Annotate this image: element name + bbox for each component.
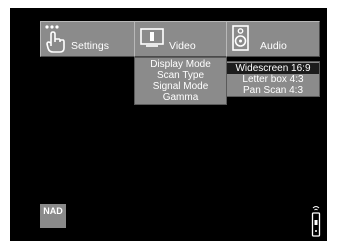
tab-video[interactable]: Video	[134, 21, 227, 57]
speaker-icon	[232, 25, 249, 51]
display-mode-submenu: Widescreen 16:9 Letter box 4:3 Pan Scan …	[226, 61, 320, 97]
option-letter-box[interactable]: Letter box 4:3	[227, 74, 319, 85]
nad-logo: NAD	[40, 204, 66, 228]
tab-audio-label: Audio	[260, 40, 287, 52]
osd-screen: Settings Video Audio Display Mode Scan T…	[10, 8, 327, 241]
menu-item-scan-type[interactable]: Scan Type	[135, 70, 226, 81]
menu-item-gamma[interactable]: Gamma	[135, 92, 226, 103]
tab-settings-label: Settings	[71, 40, 109, 52]
tab-video-label: Video	[169, 40, 196, 52]
tv-frame: Settings Video Audio Display Mode Scan T…	[0, 0, 338, 250]
remote-control-icon	[311, 206, 321, 237]
option-pan-scan[interactable]: Pan Scan 4:3	[227, 85, 319, 96]
video-screen-icon	[140, 28, 164, 47]
video-submenu: Display Mode Scan Type Signal Mode Gamma	[134, 57, 227, 105]
option-widescreen[interactable]: Widescreen 16:9	[227, 63, 319, 74]
hand-pointer-icon	[45, 25, 65, 53]
tab-audio[interactable]: Audio	[226, 21, 320, 57]
menu-item-display-mode[interactable]: Display Mode	[135, 59, 226, 70]
menu-item-signal-mode[interactable]: Signal Mode	[135, 81, 226, 92]
tab-settings[interactable]: Settings	[40, 21, 137, 57]
